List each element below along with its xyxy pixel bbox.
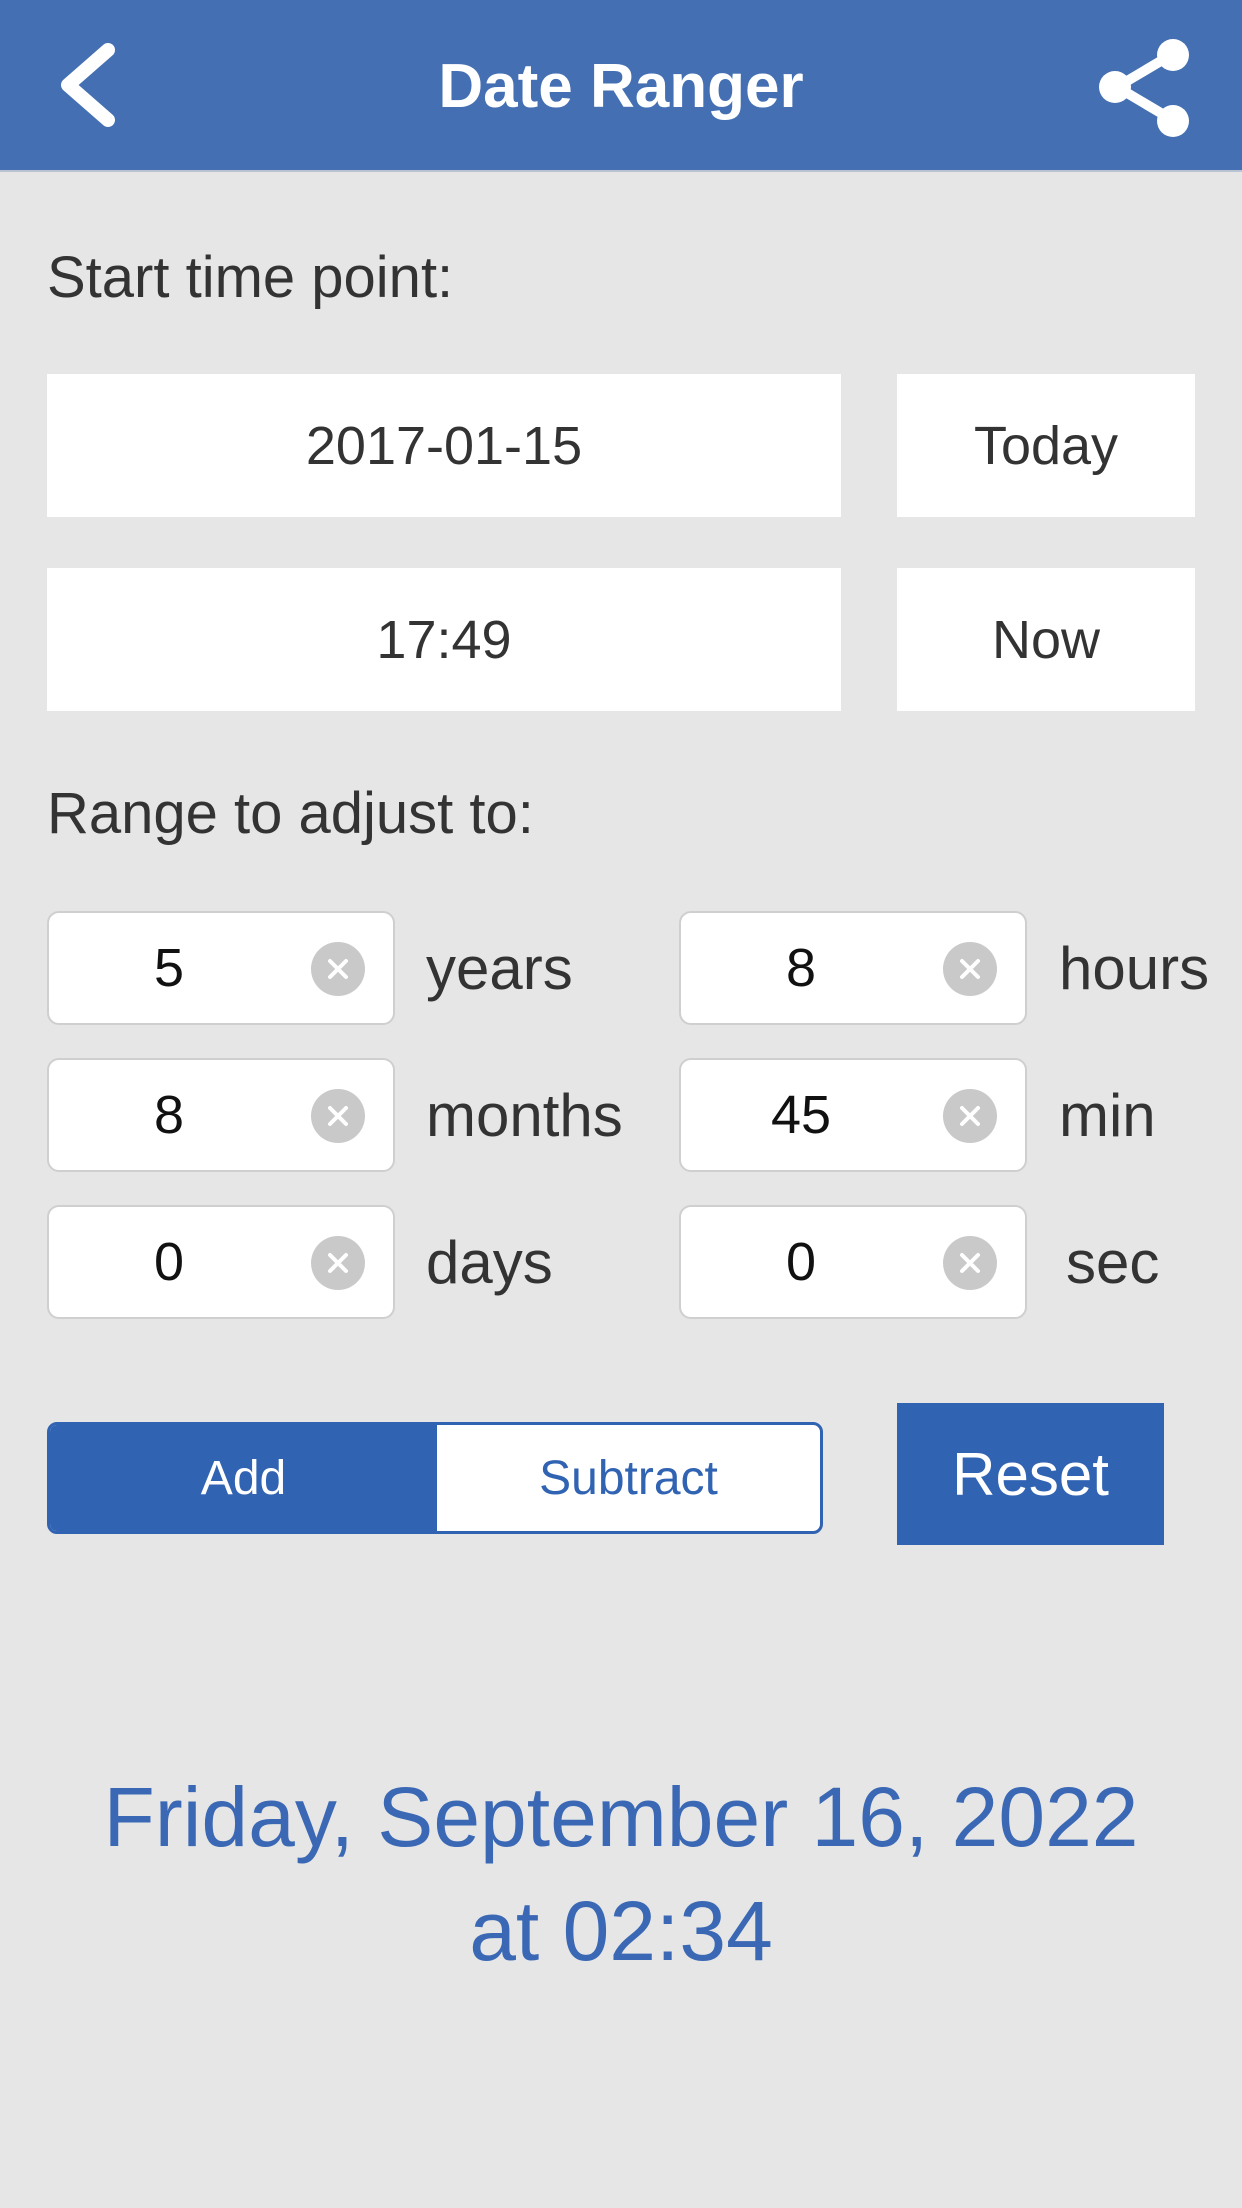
minutes-input[interactable]: 45 bbox=[679, 1058, 1027, 1172]
clear-hours-button[interactable] bbox=[943, 942, 997, 996]
share-button[interactable] bbox=[1090, 32, 1200, 142]
clear-years-button[interactable] bbox=[311, 942, 365, 996]
years-unit: years bbox=[426, 934, 573, 1002]
seconds-input[interactable]: 0 bbox=[679, 1205, 1027, 1319]
add-option[interactable]: Add bbox=[50, 1425, 437, 1531]
months-input[interactable]: 8 bbox=[47, 1058, 395, 1172]
start-time-field[interactable]: 17:49 bbox=[47, 568, 841, 711]
clear-months-button[interactable] bbox=[311, 1089, 365, 1143]
back-button[interactable] bbox=[50, 40, 140, 130]
clear-minutes-button[interactable] bbox=[943, 1089, 997, 1143]
seconds-value: 0 bbox=[785, 1232, 817, 1292]
minutes-unit: min bbox=[1059, 1081, 1156, 1149]
days-input[interactable]: 0 bbox=[47, 1205, 395, 1319]
result-date: Friday, September 16, 2022 bbox=[103, 1770, 1139, 1864]
months-unit: months bbox=[426, 1081, 623, 1149]
years-value: 5 bbox=[153, 938, 185, 998]
clear-icon bbox=[960, 1253, 980, 1273]
clear-icon bbox=[960, 959, 980, 979]
clear-icon bbox=[328, 959, 348, 979]
share-icon bbox=[1099, 39, 1189, 137]
subtract-option[interactable]: Subtract bbox=[437, 1425, 820, 1531]
years-input[interactable]: 5 bbox=[47, 911, 395, 1025]
clear-icon bbox=[328, 1253, 348, 1273]
minutes-value: 45 bbox=[770, 1085, 832, 1145]
mode-segmented-control: Add Subtract bbox=[47, 1422, 823, 1534]
app-header: Date Ranger bbox=[0, 0, 1242, 172]
clear-days-button[interactable] bbox=[311, 1236, 365, 1290]
clear-seconds-button[interactable] bbox=[943, 1236, 997, 1290]
months-value: 8 bbox=[153, 1085, 185, 1145]
days-value: 0 bbox=[153, 1232, 185, 1292]
seconds-unit: sec bbox=[1066, 1228, 1160, 1296]
now-button[interactable]: Now bbox=[897, 568, 1195, 711]
hours-value: 8 bbox=[785, 938, 817, 998]
hours-input[interactable]: 8 bbox=[679, 911, 1027, 1025]
clear-icon bbox=[960, 1106, 980, 1126]
chevron-left-icon bbox=[61, 43, 115, 127]
result-time: at 02:34 bbox=[469, 1884, 773, 1978]
result-text: Friday, September 16, 2022 at 02:34 bbox=[0, 1760, 1242, 1988]
days-unit: days bbox=[426, 1228, 553, 1296]
start-date-field[interactable]: 2017-01-15 bbox=[47, 374, 841, 517]
range-label: Range to adjust to: bbox=[47, 781, 534, 846]
page-title: Date Ranger bbox=[438, 51, 804, 121]
hours-unit: hours bbox=[1059, 934, 1210, 1002]
start-time-label: Start time point: bbox=[47, 245, 454, 310]
clear-icon bbox=[328, 1106, 348, 1126]
today-button[interactable]: Today bbox=[897, 374, 1195, 517]
reset-button[interactable]: Reset bbox=[897, 1403, 1164, 1545]
